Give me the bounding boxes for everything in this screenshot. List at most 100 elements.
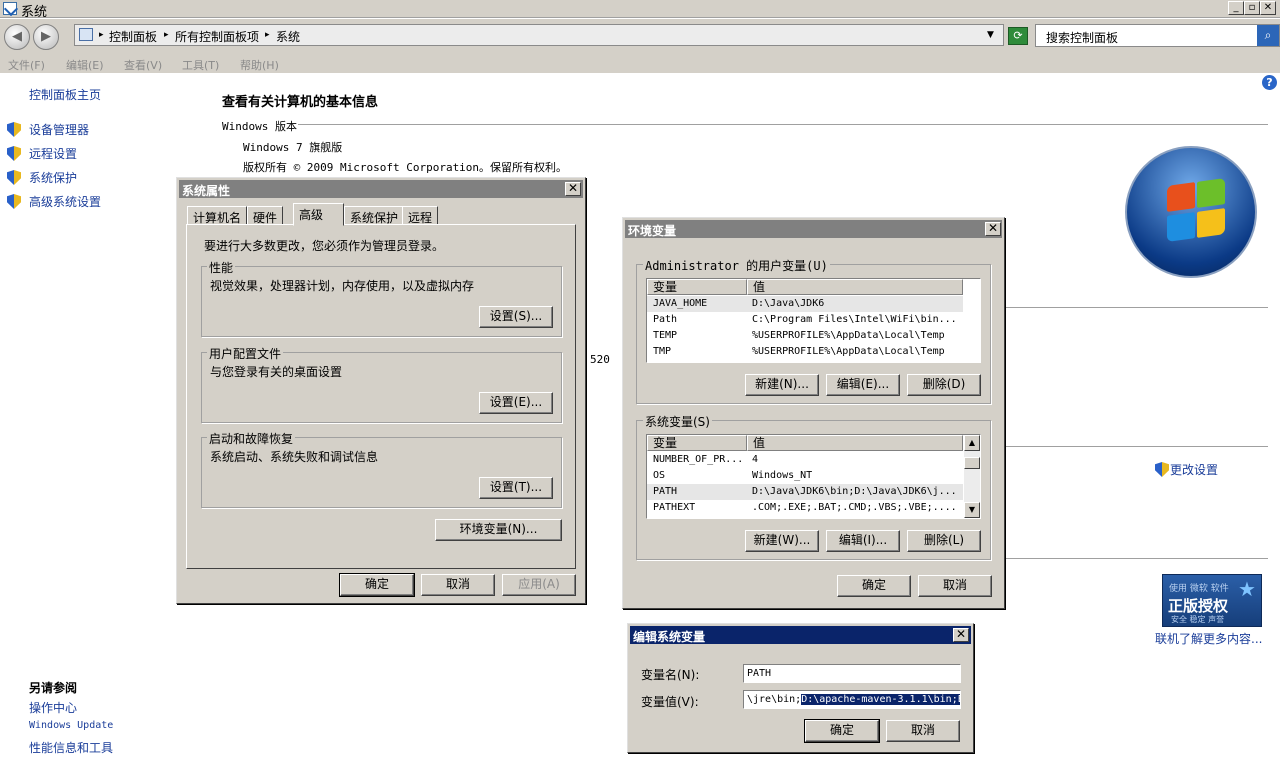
tab-hardware[interactable]: 硬件: [247, 206, 284, 225]
variable-value: %USERPROFILE%\AppData\Local\Temp: [752, 346, 945, 357]
change-settings-link[interactable]: 更改设置: [1170, 461, 1218, 478]
ok-button[interactable]: 确定: [837, 575, 911, 597]
user-variables-list[interactable]: 变量 值 JAVA_HOME D:\Java\JDK6 Path C:\Progra…: [646, 278, 981, 363]
cancel-button[interactable]: 取消: [918, 575, 992, 597]
performance-settings-button[interactable]: 设置(S)...: [479, 306, 553, 328]
table-row[interactable]: OS Windows_NT: [647, 468, 963, 484]
minimize-button[interactable]: _: [1228, 1, 1244, 15]
control-panel-home-link[interactable]: 控制面板主页: [29, 86, 101, 103]
column-header-value[interactable]: 值: [747, 435, 963, 451]
tab-remote[interactable]: 远程: [402, 206, 439, 225]
genuine-badge[interactable]: 使用 微软 软件 正版授权 安全 稳定 声誉 ★: [1162, 574, 1262, 627]
help-icon[interactable]: ?: [1262, 75, 1277, 90]
cancel-button[interactable]: 取消: [886, 720, 960, 742]
breadcrumb-system[interactable]: 系统: [276, 28, 300, 45]
column-header-variable[interactable]: 变量: [647, 435, 747, 451]
user-edit-button[interactable]: 编辑(E)...: [826, 374, 900, 396]
value-unselected-text: \jre\bin;: [747, 694, 802, 705]
ok-button[interactable]: 确定: [804, 719, 880, 743]
dialog-title: 系统属性: [179, 180, 583, 198]
startup-recovery-title: 启动和故障恢复: [207, 430, 296, 447]
column-header-variable[interactable]: 变量: [647, 279, 747, 295]
system-new-button[interactable]: 新建(W)...: [745, 530, 819, 552]
table-row[interactable]: PATH D:\Java\JDK6\bin;D:\Java\JDK6\j...: [647, 484, 963, 500]
variable-name: JAVA_HOME: [653, 298, 708, 309]
tab-system-protection[interactable]: 系统保护: [344, 206, 405, 225]
table-row[interactable]: TMP %USERPROFILE%\AppData\Local\Temp: [647, 344, 963, 360]
user-profile-desc: 与您登录有关的桌面设置: [210, 365, 343, 379]
search-icon[interactable]: ⌕: [1257, 25, 1279, 46]
breadcrumb-separator-icon: ▸: [265, 30, 270, 40]
close-icon[interactable]: ✕: [565, 182, 581, 196]
system-edit-button[interactable]: 编辑(I)...: [826, 530, 900, 552]
startup-recovery-desc: 系统启动、系统失败和调试信息: [210, 450, 379, 464]
table-row[interactable]: NUMBER_OF_PR... 4: [647, 452, 963, 468]
system-delete-button[interactable]: 删除(L): [907, 530, 981, 552]
tab-computer-name[interactable]: 计算机名: [187, 206, 248, 225]
system-properties-dialog: 系统属性 ✕ 计算机名 硬件 高级 系统保护 远程 要进行大多数更改，您必须作为…: [176, 177, 586, 604]
sidebar-item-device-manager[interactable]: 设备管理器: [29, 121, 89, 138]
menu-help[interactable]: 帮助(H): [240, 57, 279, 73]
address-dropdown-icon[interactable]: ▼: [987, 30, 994, 40]
environment-variables-button[interactable]: 环境变量(N)...: [435, 519, 562, 541]
sidebar-item-remote-settings[interactable]: 远程设置: [29, 145, 77, 162]
startup-settings-button[interactable]: 设置(T)...: [479, 477, 553, 499]
scroll-down-icon[interactable]: ▼: [964, 502, 980, 518]
maximize-button[interactable]: ▫: [1244, 1, 1260, 15]
edit-system-variable-dialog: 编辑系统变量 ✕ 变量名(N): PATH 变量值(V): \jre\bin;D…: [627, 623, 974, 753]
user-new-button[interactable]: 新建(N)...: [745, 374, 819, 396]
close-icon[interactable]: ✕: [985, 222, 1001, 236]
variable-name: TMP: [653, 346, 672, 357]
refresh-icon[interactable]: ⟳: [1008, 27, 1028, 45]
user-delete-button[interactable]: 删除(D): [907, 374, 981, 396]
menu-file[interactable]: 文件(F): [8, 57, 45, 73]
menu-view[interactable]: 查看(V): [124, 57, 162, 73]
table-row[interactable]: TEMP %USERPROFILE%\AppData\Local\Temp: [647, 328, 963, 344]
shield-icon: [7, 194, 21, 209]
see-also-performance-tools[interactable]: 性能信息和工具: [29, 739, 113, 756]
breadcrumb-all-items[interactable]: 所有控制面板项: [175, 28, 259, 45]
scroll-thumb[interactable]: [964, 457, 980, 469]
variable-value-label: 变量值(V):: [641, 695, 699, 709]
see-also-action-center[interactable]: 操作中心: [29, 699, 77, 716]
cancel-button[interactable]: 取消: [421, 574, 495, 596]
user-variables-title: Administrator 的用户变量(U): [643, 257, 830, 274]
address-bar[interactable]: ▸ 控制面板 ▸ 所有控制面板项 ▸ 系统 ▼: [74, 24, 1004, 46]
scrollbar[interactable]: ▲ ▼: [964, 435, 980, 518]
close-icon[interactable]: ✕: [953, 628, 969, 642]
copyright-text: 版权所有 © 2009 Microsoft Corporation。保留所有权利…: [243, 161, 568, 174]
variable-value: 4: [752, 454, 759, 465]
admin-note: 要进行大多数更改，您必须作为管理员登录。: [204, 239, 445, 253]
close-button[interactable]: ✕: [1260, 1, 1276, 15]
apply-button[interactable]: 应用(A): [502, 574, 576, 596]
user-profile-settings-button[interactable]: 设置(E)...: [479, 392, 553, 414]
navigation-bar: ◀ ▶ ▸ 控制面板 ▸ 所有控制面板项 ▸ 系统 ▼ ⟳ 搜索控制面板 ⌕: [0, 19, 1280, 55]
tab-advanced[interactable]: 高级: [293, 203, 344, 226]
breadcrumb-control-panel[interactable]: 控制面板: [109, 28, 157, 45]
window-title-bar[interactable]: 系统 _ ▫ ✕: [0, 0, 1280, 20]
table-row[interactable]: Path C:\Program Files\Intel\WiFi\bin...: [647, 312, 963, 328]
menu-tools[interactable]: 工具(T): [182, 57, 219, 73]
sidebar-item-advanced-settings[interactable]: 高级系统设置: [29, 193, 101, 210]
system-variables-list[interactable]: 变量 值 NUMBER_OF_PR... 4 OS Windows_NT PATH D…: [646, 434, 981, 519]
search-input[interactable]: 搜索控制面板 ⌕: [1035, 24, 1280, 47]
column-header-value[interactable]: 值: [747, 279, 963, 295]
forward-button[interactable]: ▶: [33, 24, 59, 50]
genuine-line2: 正版授权: [1168, 597, 1229, 615]
variable-name-field[interactable]: PATH: [743, 664, 961, 683]
sidebar-item-system-protection[interactable]: 系统保护: [29, 169, 77, 186]
learn-more-link[interactable]: 联机了解更多内容...: [1155, 630, 1262, 647]
variable-value-field[interactable]: \jre\bin;D:\apache-maven-3.1.1\bin;E: [743, 690, 961, 709]
variable-value: D:\Java\JDK6: [752, 298, 825, 309]
ok-button[interactable]: 确定: [339, 573, 415, 597]
menu-edit[interactable]: 编辑(E): [66, 57, 104, 73]
see-also-windows-update[interactable]: Windows Update: [29, 720, 113, 731]
table-row[interactable]: PATHEXT .COM;.EXE;.BAT;.CMD;.VBS;.VBE;...…: [647, 500, 963, 516]
back-button[interactable]: ◀: [4, 24, 30, 50]
scroll-up-icon[interactable]: ▲: [964, 435, 980, 451]
genuine-line1: 使用 微软 软件: [1169, 584, 1229, 594]
variable-value: C:\Program Files\Intel\WiFi\bin...: [752, 314, 957, 325]
breadcrumb-separator-icon: ▸: [164, 30, 169, 40]
table-row[interactable]: JAVA_HOME D:\Java\JDK6: [647, 296, 963, 312]
variable-name: OS: [653, 470, 666, 481]
